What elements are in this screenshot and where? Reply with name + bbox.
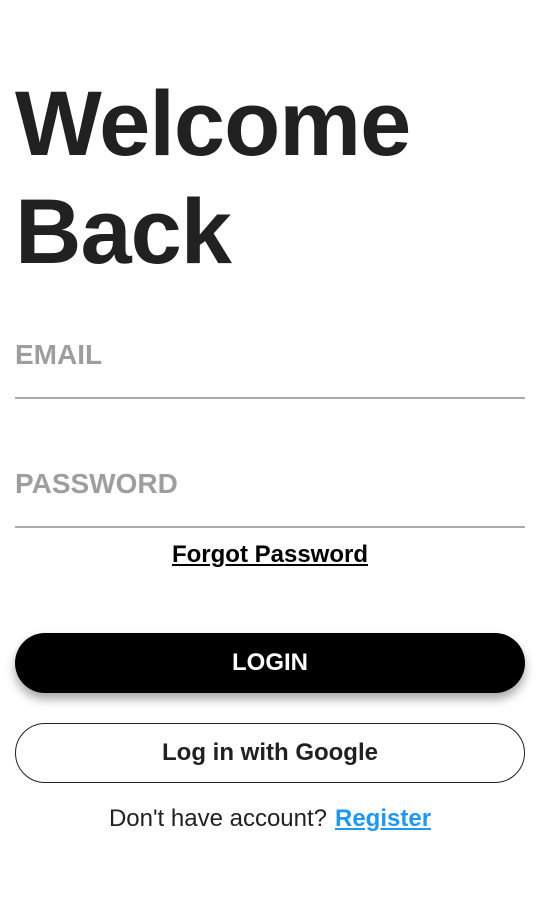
page-title: Welcome Back (15, 70, 411, 286)
google-login-button-label: Log in with Google (162, 739, 378, 766)
email-input[interactable] (15, 339, 525, 397)
password-input[interactable] (15, 468, 525, 526)
google-login-button[interactable]: Log in with Google (15, 723, 525, 783)
password-field-container (15, 468, 525, 528)
login-button-label: LOGIN (232, 649, 308, 676)
title-line-2: Back (15, 181, 232, 283)
email-field-container (15, 339, 525, 399)
title-line-1: Welcome (15, 73, 411, 175)
register-row: Don't have account? Register (0, 805, 540, 833)
register-link[interactable]: Register (335, 805, 431, 832)
forgot-password-link[interactable]: Forgot Password (0, 541, 540, 569)
register-prompt: Don't have account? (108, 805, 327, 832)
login-button[interactable]: LOGIN (15, 633, 525, 693)
